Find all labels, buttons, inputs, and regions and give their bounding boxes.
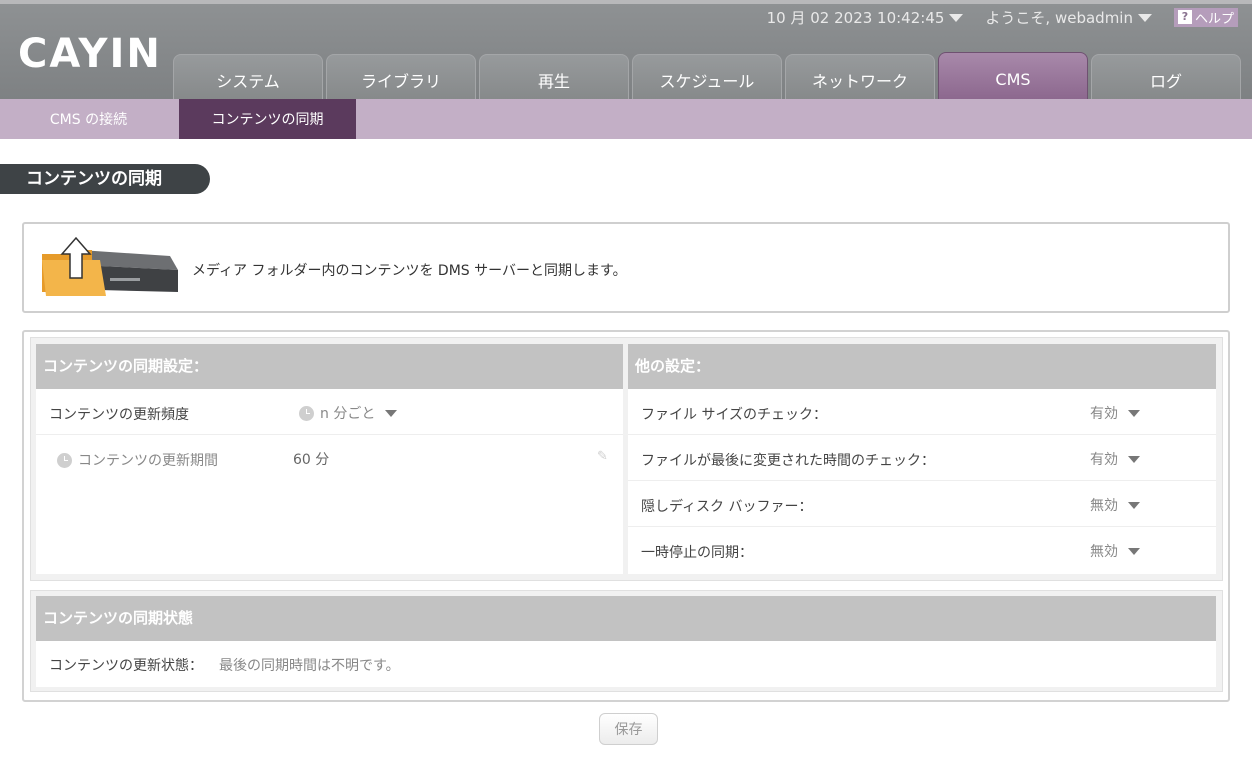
help-label: ヘルプ (1194, 11, 1234, 27)
period-label: コンテンツの更新期間 (78, 453, 218, 469)
modified-time-check-select[interactable]: 有効 (1090, 449, 1140, 469)
file-size-check-value: 有効 (1090, 406, 1118, 422)
datetime-display: 10 月 02 2023 10:42:45 (766, 8, 945, 27)
other-settings-title: 他の設定： (628, 344, 1216, 389)
chevron-down-icon (1128, 547, 1140, 555)
sync-folder-icon (42, 236, 178, 296)
welcome-user: ようこそ, webadmin (985, 8, 1133, 27)
sync-status-label: コンテンツの更新状態： (49, 658, 203, 674)
sync-settings-panel: コンテンツの同期設定： コンテンツの更新頻度 n 分ごと コンテンツの更新期間 … (36, 344, 623, 574)
datetime-dropdown-icon[interactable] (949, 14, 964, 22)
period-label-wrap: コンテンツの更新期間 (57, 450, 218, 470)
description-text: メディア フォルダー内のコンテンツを DMS サーバーと同期します。 (192, 263, 627, 279)
chevron-down-icon (1128, 501, 1140, 509)
pause-sync-value: 無効 (1090, 544, 1118, 560)
hidden-disk-buffer-row: 隠しディスク バッファー： 無効 (628, 481, 1216, 527)
pause-sync-label: 一時停止の同期： (641, 545, 753, 561)
tab-cms[interactable]: CMS (938, 52, 1088, 103)
frequency-label: コンテンツの更新頻度 (49, 407, 189, 423)
chevron-down-icon (1128, 455, 1140, 463)
chevron-down-icon (385, 409, 398, 417)
help-icon: ? (1177, 10, 1192, 24)
description-box: メディア フォルダー内のコンテンツを DMS サーバーと同期します。 (22, 222, 1230, 313)
tab-playback[interactable]: 再生 (479, 54, 629, 103)
chevron-down-icon (1128, 409, 1140, 417)
file-size-check-row: ファイル サイズのチェック： 有効 (628, 389, 1216, 435)
period-value: 60 分 (293, 452, 330, 468)
sync-status-row: コンテンツの更新状態： 最後の同期時間は不明です。 (36, 641, 1216, 687)
main-tabs: システム ライブラリ 再生 スケジュール ネットワーク CMS ログ (173, 52, 1244, 103)
clock-icon (57, 452, 72, 468)
modified-time-check-label: ファイルが最後に変更された時間のチェック： (641, 453, 935, 469)
tab-log[interactable]: ログ (1091, 54, 1241, 103)
tab-schedule[interactable]: スケジュール (632, 54, 782, 103)
modified-time-check-row: ファイルが最後に変更された時間のチェック： 有効 (628, 435, 1216, 481)
frequency-row: コンテンツの更新頻度 n 分ごと (36, 389, 623, 435)
hidden-disk-buffer-select[interactable]: 無効 (1090, 495, 1140, 515)
cayin-logo: CAYIN (18, 31, 162, 77)
sub-navigation: CMS の接続 コンテンツの同期 (0, 99, 1252, 139)
tab-system[interactable]: システム (173, 54, 323, 103)
sync-settings-title: コンテンツの同期設定： (36, 344, 623, 389)
file-size-check-select[interactable]: 有効 (1090, 403, 1140, 423)
save-button[interactable]: 保存 (599, 713, 658, 745)
modified-time-check-value: 有効 (1090, 452, 1118, 468)
pencil-icon[interactable]: ✎ (597, 449, 609, 464)
pause-sync-select[interactable]: 無効 (1090, 541, 1140, 561)
logo-text: CAYIN (18, 31, 162, 77)
frequency-select[interactable]: n 分ごと (299, 403, 398, 423)
pause-sync-row: 一時停止の同期： 無効 (628, 527, 1216, 573)
app-header: CAYIN 10 月 02 2023 10:42:45 ようこそ, webadm… (0, 0, 1252, 103)
hidden-disk-buffer-value: 無効 (1090, 498, 1118, 514)
subtab-cms-connection[interactable]: CMS の接続 (0, 99, 177, 139)
tab-library[interactable]: ライブラリ (326, 54, 476, 103)
help-button[interactable]: ? ヘルプ (1173, 7, 1238, 27)
clock-icon (299, 405, 314, 421)
sync-status-title: コンテンツの同期状態 (36, 596, 1216, 641)
top-bar: 10 月 02 2023 10:42:45 ようこそ, webadmin ? ヘ… (767, 6, 1238, 28)
page-title: コンテンツの同期 (0, 164, 210, 194)
period-row: コンテンツの更新期間 60 分 ✎ (36, 435, 623, 481)
file-size-check-label: ファイル サイズのチェック： (641, 407, 828, 423)
hidden-disk-buffer-label: 隠しディスク バッファー： (641, 499, 813, 515)
frequency-value: n 分ごと (320, 406, 376, 422)
sync-status-value: 最後の同期時間は不明です。 (219, 658, 400, 674)
user-dropdown-icon[interactable] (1137, 14, 1152, 22)
subtab-content-sync[interactable]: コンテンツの同期 (179, 99, 356, 139)
other-settings-panel: 他の設定： ファイル サイズのチェック： 有効 ファイルが最後に変更された時間の… (628, 344, 1216, 574)
sync-status-panel: コンテンツの同期状態 コンテンツの更新状態： 最後の同期時間は不明です。 (36, 596, 1216, 687)
tab-network[interactable]: ネットワーク (785, 54, 935, 103)
